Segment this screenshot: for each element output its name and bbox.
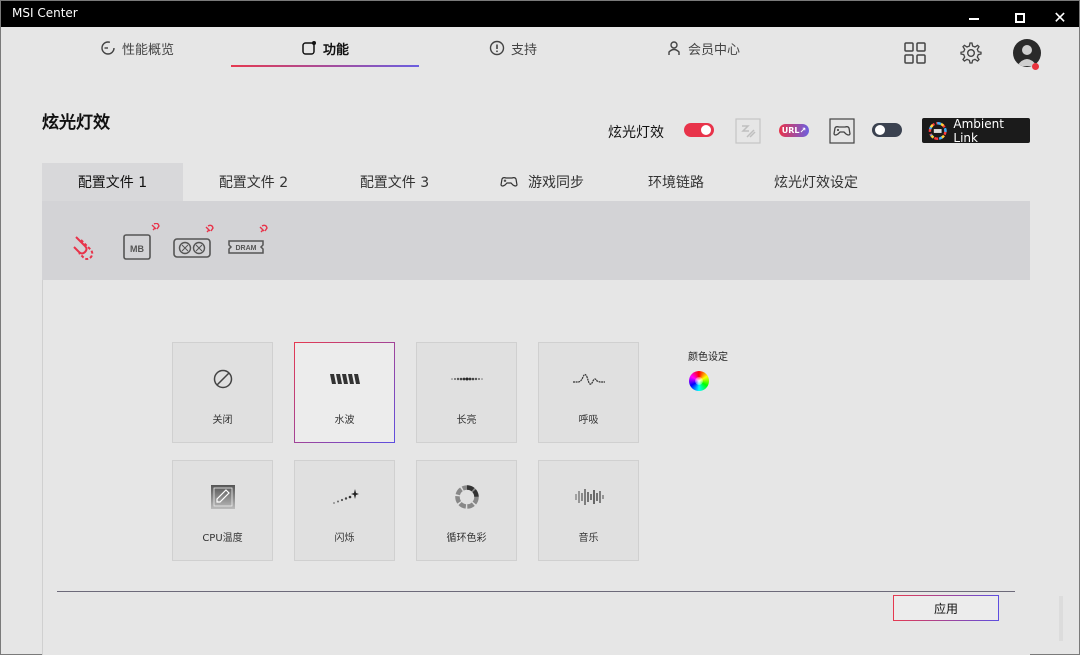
toggle-knob (875, 125, 885, 135)
effect-color-cycle[interactable]: 循环色彩 (416, 460, 517, 561)
top-nav: 性能概览 功能 支持 会员中心 (1, 27, 1079, 77)
gear-icon (960, 42, 982, 64)
features-icon (302, 41, 316, 55)
color-wheel-picker[interactable] (689, 371, 709, 391)
effect-flash[interactable]: 闪烁 (294, 460, 395, 561)
title-bar: MSI Center ✕ (1, 1, 1079, 27)
steady-icon (450, 377, 483, 381)
ambient-link-button[interactable]: Ambient Link (922, 116, 1030, 145)
active-tab-indicator (231, 65, 419, 67)
color-settings-label: 颜色设定 (688, 352, 728, 363)
tab-label: 功能 (323, 42, 350, 58)
game-controller-button[interactable] (829, 118, 855, 144)
effect-steady[interactable]: 长亮 (416, 342, 517, 443)
tab-performance-overview[interactable]: 性能概览 (100, 37, 174, 59)
tab-label: 配置文件 1 (77, 175, 148, 191)
close-icon: ✕ (1053, 8, 1067, 27)
scrollbar[interactable] (1059, 596, 1063, 641)
effect-label: 循环色彩 (446, 533, 487, 544)
gamepad-icon (829, 118, 855, 144)
grid-icon (904, 42, 926, 64)
tab-label: 性能概览 (122, 42, 175, 58)
color-cycle-icon (454, 485, 479, 509)
effect-label: 水波 (334, 415, 355, 426)
user-icon (668, 41, 680, 55)
tab-label: 炫光灯效设定 (774, 175, 858, 191)
tab-game-sync[interactable]: 游戏同步 (482, 163, 602, 201)
url-link-button[interactable]: URL↗ (779, 124, 809, 137)
effect-label: 音乐 (578, 533, 599, 544)
device-motherboard[interactable]: MB (122, 222, 162, 267)
window-title: MSI Center (12, 6, 78, 20)
motherboard-icon: MB (123, 222, 160, 260)
tab-profile-2[interactable]: 配置文件 2 (183, 163, 324, 201)
support-icon (489, 40, 505, 56)
toggle-knob (701, 125, 711, 135)
tab-member-center[interactable]: 会员中心 (666, 37, 740, 59)
sync-toggle[interactable] (872, 123, 902, 137)
ambient-link-label: Ambient Link (953, 116, 1004, 145)
effect-wave[interactable]: 水波 (294, 342, 395, 443)
rgb-toggle-label: 炫光灯效 (608, 125, 664, 141)
maximize-icon (1015, 13, 1025, 23)
profile-tabs: 配置文件 1 配置文件 2 配置文件 3 游戏同步 环境链路 炫光灯效设定 (42, 163, 1030, 201)
effect-music[interactable]: 音乐 (538, 460, 639, 561)
tab-profile-1[interactable]: 配置文件 1 (42, 163, 183, 201)
music-icon (574, 489, 604, 505)
page-title: 炫光灯效 (42, 113, 110, 133)
grid-button[interactable] (902, 40, 928, 66)
device-dram[interactable]: DRAM (227, 223, 275, 267)
tab-profile-3[interactable]: 配置文件 3 (324, 163, 465, 201)
tab-label: 配置文件 2 (218, 175, 289, 191)
effect-label: 闪烁 (334, 533, 355, 544)
tab-label: 环境链路 (648, 175, 704, 191)
graphics-card-icon (173, 224, 214, 258)
flash-icon (332, 489, 359, 504)
tab-features[interactable]: 功能 (301, 37, 349, 59)
effect-off[interactable]: 关闭 (172, 342, 273, 443)
ambient-link-icon (928, 121, 947, 140)
apply-button[interactable]: 应用 (893, 595, 999, 621)
tab-label: 配置文件 3 (359, 175, 430, 191)
effect-label: 呼吸 (578, 415, 599, 426)
wave-icon (329, 374, 360, 384)
tab-label: 会员中心 (688, 42, 741, 58)
effect-label: 关闭 (212, 415, 233, 426)
cpu-temp-icon (210, 485, 235, 509)
effect-cpu-temp[interactable]: CPU温度 (172, 460, 273, 561)
gamepad-icon (500, 177, 518, 187)
effect-breathing[interactable]: 呼吸 (538, 342, 639, 443)
app-window: MSI Center ✕ 性能概览 功能 支持 会员中心 炫光灯效 炫光灯效 U… (0, 0, 1080, 655)
device-strip: MB DRAM (42, 201, 1030, 280)
tab-label: 支持 (511, 42, 538, 58)
settings-button[interactable] (958, 40, 984, 66)
divider (57, 591, 1015, 592)
device-label: DRAM (236, 245, 257, 252)
tab-rgb-settings[interactable]: 炫光灯效设定 (756, 163, 876, 201)
tab-ambient-chain[interactable]: 环境链路 (616, 163, 736, 201)
tab-label: 游戏同步 (528, 175, 584, 191)
notification-dot (1032, 63, 1039, 70)
device-label: MB (130, 244, 144, 254)
device-graphics-card[interactable] (172, 223, 222, 267)
minimize-icon (969, 18, 979, 20)
sync-software-button[interactable] (735, 118, 761, 144)
tab-support[interactable]: 支持 (489, 37, 537, 59)
effect-label: 长亮 (456, 415, 477, 426)
sync-software-icon (735, 118, 761, 144)
rgb-toggle[interactable] (684, 123, 714, 137)
breathing-icon (572, 373, 605, 385)
off-icon (213, 369, 232, 389)
link-all-devices-button[interactable] (71, 233, 101, 267)
link-icon (73, 236, 94, 260)
dram-icon: DRAM (228, 224, 268, 254)
gauge-icon (101, 41, 115, 55)
effect-label: CPU温度 (202, 533, 243, 544)
